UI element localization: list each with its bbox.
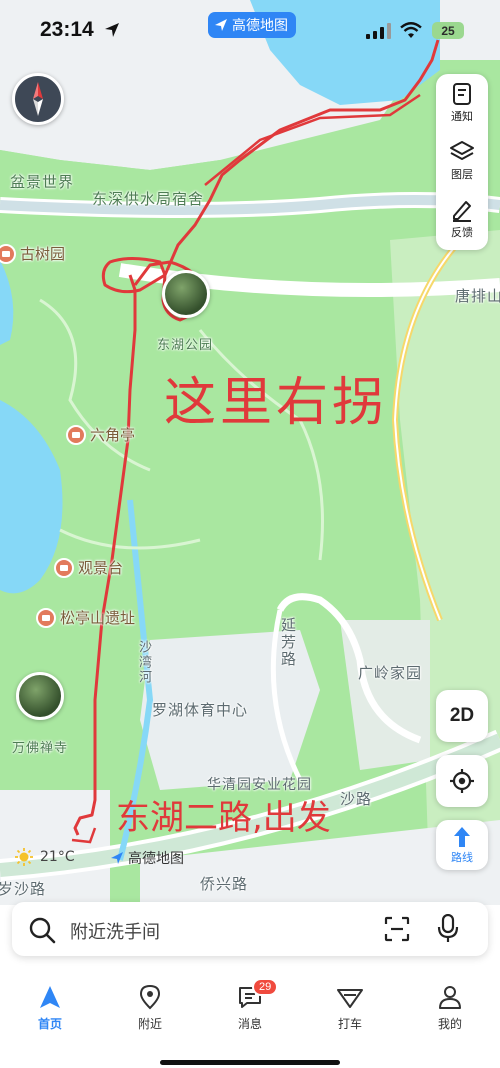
poi-songting[interactable]: 松亭山遗址 [36,607,135,628]
notify-button[interactable]: 通知 [436,74,488,132]
tab-nearby[interactable]: 附近 [120,984,180,1032]
unread-badge: 29 [252,978,279,996]
label-shawan-river: 沙湾河 [136,640,151,685]
label-yanfang-road: 延芳路 [279,617,297,668]
feedback-button[interactable]: 反馈 [436,190,488,248]
label-water-bureau: 东深供水局宿舍 [92,190,205,208]
pin-icon [0,243,16,264]
tab-home[interactable]: 首页 [20,984,80,1032]
search-placeholder: 附近洗手间 [70,922,160,943]
map-watermark: 高德地图 [110,848,184,868]
route-button[interactable]: 路线 [436,820,488,870]
view-mode-2d-button[interactable]: 2D [436,690,488,742]
search-bar[interactable]: 附近洗手间 [12,902,488,956]
amap-logo-icon [111,852,123,864]
label-shawan-road: 沙路 [340,790,373,808]
wifi-icon [400,22,422,38]
locate-me-button[interactable] [436,755,488,807]
label-luohu-sports: 罗湖体育中心 [152,701,249,719]
amap-logo-icon [215,19,227,31]
sun-icon [15,848,33,866]
pin-icon [66,424,86,445]
label-qiaoxing-road: 侨兴路 [200,875,249,893]
pin-icon [36,607,56,628]
temperature: 21°C [40,849,75,865]
microphone-icon[interactable] [437,914,459,944]
tab-messages[interactable]: 消息 29 [220,978,280,1032]
map-base [0,0,500,905]
tab-profile[interactable]: 我的 [420,984,480,1032]
location-arrow-icon [105,23,119,37]
battery-icon: 25 [432,22,464,39]
poi-guanjing[interactable]: 观景台 [54,557,123,578]
layers-button[interactable]: 图层 [436,132,488,190]
home-indicator [160,1060,340,1065]
user-icon [439,986,461,1009]
label-penjing: 盆景世界 [10,173,75,191]
tab-taxi[interactable]: 打车 [320,984,380,1032]
compass-button[interactable] [12,73,64,125]
compass-icon [33,82,43,116]
search-icon [29,917,56,944]
location-pin-icon [139,984,161,1010]
route-arrow-icon [454,826,470,847]
photo-marker-donghu[interactable] [162,270,210,318]
label-tangpai: 唐排山 [455,287,500,305]
poi-liujiao[interactable]: 六角亭 [66,424,135,445]
map-view[interactable]: 盆景世界 东深供水局宿舍 古树园 东湖公园 唐排山 六角亭 观景台 松亭山遗址 … [0,0,500,905]
annotation-turn-right: 这里右拐 [164,373,389,433]
label-guangling: 广岭家园 [358,664,423,682]
scan-icon[interactable] [384,916,410,942]
home-navigation-icon [40,986,60,1008]
pin-icon [54,557,74,578]
label-donghu-park: 东湖公园 [157,338,214,353]
document-icon [453,83,471,105]
locate-crosshair-icon [450,769,474,793]
taxi-icon [337,989,363,1008]
cellular-signal-icon [366,23,391,39]
poi-gushu[interactable]: 古树园 [0,243,65,264]
weather-widget[interactable]: 21°C [14,847,75,867]
back-to-app-pill[interactable]: 高德地图 [208,12,296,38]
bottom-tab-bar: 首页 附近 消息 29 打车 我的 [0,968,500,1068]
annotation-start: 东湖二路,出发 [116,798,331,838]
photo-marker-wanfo[interactable] [16,672,64,720]
layers-icon [450,141,474,160]
label-wanfo: 万佛禅寺 [12,741,69,756]
status-bar: 23:14 高德地图 25 [0,0,500,64]
map-tools-panel: 通知 图层 反馈 [436,74,488,250]
clock: 23:14 [40,18,94,41]
label-shawan-road-left: 岁沙路 [0,880,47,898]
pen-icon [453,201,471,222]
